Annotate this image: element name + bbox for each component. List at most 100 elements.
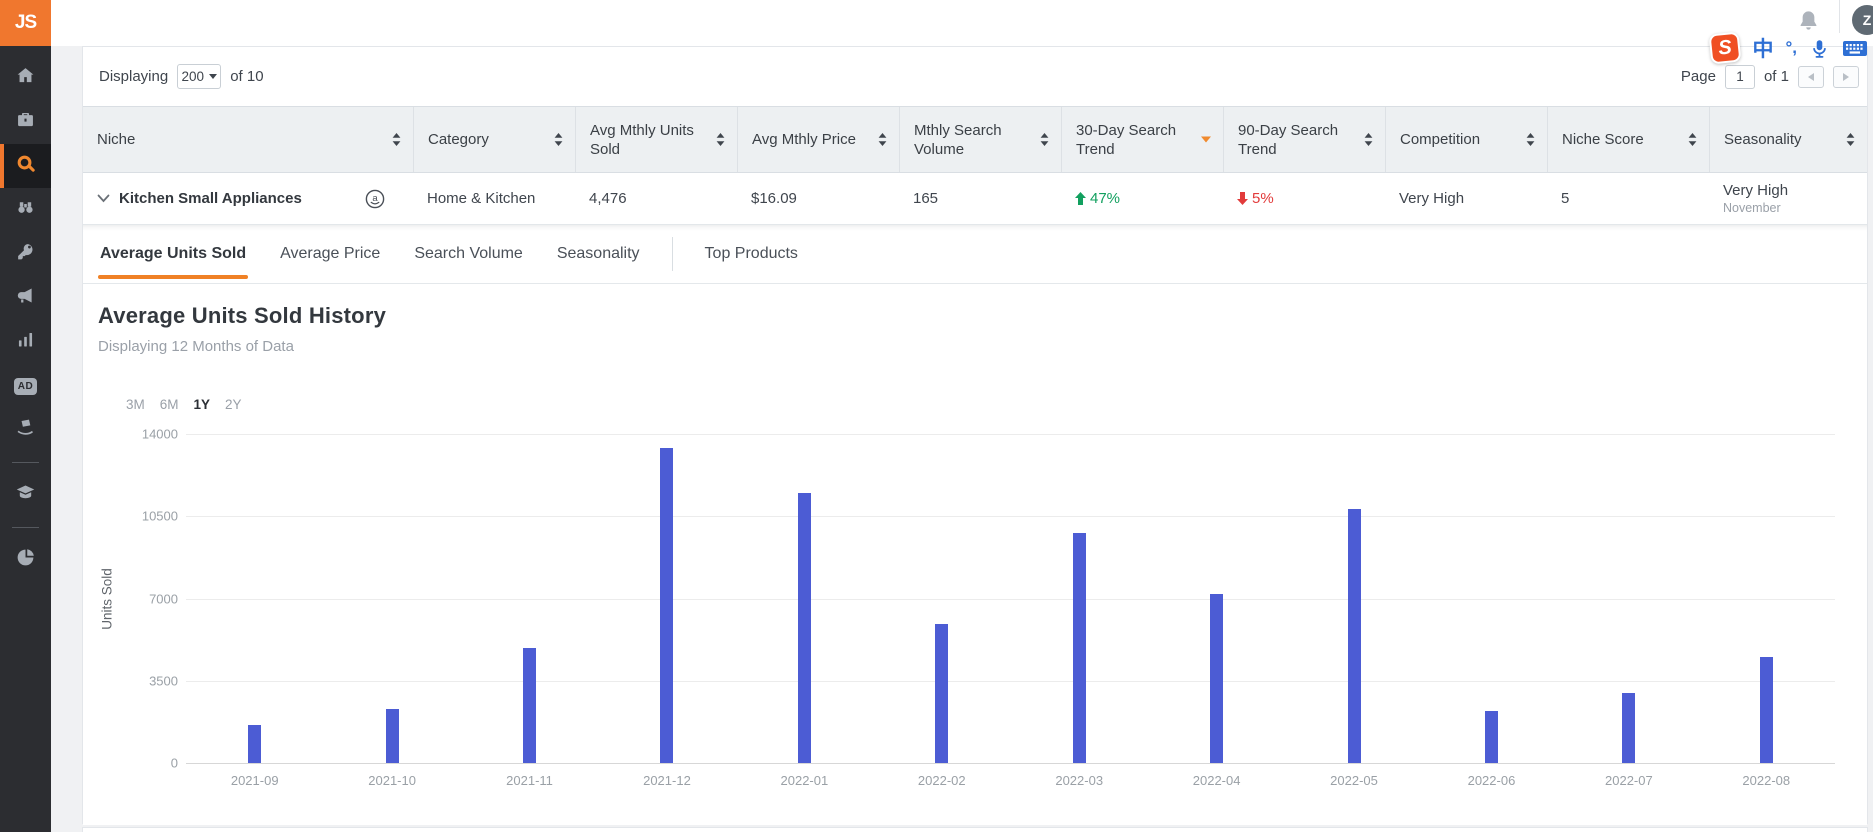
x-tick-label: 2022-04 (1193, 773, 1241, 788)
column-label: Competition (1400, 130, 1480, 149)
bar-2021-12[interactable] (660, 448, 673, 763)
column-header-avg-mthly-price[interactable]: Avg Mthly Price (737, 107, 899, 172)
table-row[interactable]: Kitchen Small Appliances a Home & Kitche… (83, 173, 1867, 225)
tab-seasonality[interactable]: Seasonality (555, 227, 642, 281)
column-label: 90-Day Search Trend (1238, 121, 1358, 159)
tab-search-volume[interactable]: Search Volume (412, 227, 525, 281)
table-controls: Displaying 200 of 10 Page of 1 (83, 47, 1867, 106)
chart-xaxis-labels: 2021-092021-102021-112021-122022-012022-… (186, 773, 1835, 789)
x-tick-label: 2022-06 (1468, 773, 1516, 788)
row-detail-panel: Average Units Sold Average Price Search … (83, 225, 1867, 825)
x-tick-label: 2021-11 (506, 773, 553, 788)
sidebar-item-keyword[interactable] (0, 232, 51, 276)
sidebar-item-reports[interactable] (0, 538, 51, 582)
keyboard-icon[interactable] (1842, 38, 1868, 59)
page-label: Page (1681, 68, 1716, 85)
sort-icon (878, 133, 887, 146)
amazon-marketplace-icon: a (365, 189, 385, 209)
column-header-avg-mthly-units-sold[interactable]: Avg Mthly Units Sold (575, 107, 737, 172)
key-icon (15, 241, 36, 267)
bar-2022-08[interactable] (1760, 657, 1773, 763)
app-logo[interactable]: JS (0, 0, 51, 46)
tab-average-price[interactable]: Average Price (278, 227, 382, 281)
x-tick-label: 2021-12 (643, 773, 691, 788)
sort-icon (554, 133, 563, 146)
tab-top-products[interactable]: Top Products (703, 227, 800, 281)
sort-icon (392, 133, 401, 146)
column-label: Niche Score (1562, 130, 1644, 149)
range-6m-button[interactable]: 6M (160, 397, 179, 412)
bar-2022-02[interactable] (935, 624, 948, 763)
sidebar-divider (12, 527, 39, 528)
bar-2022-03[interactable] (1073, 533, 1086, 763)
sidebar-item-academy[interactable] (0, 473, 51, 517)
column-header-category[interactable]: Category (413, 107, 575, 172)
binoculars-icon (15, 197, 36, 223)
bar-2022-01[interactable] (798, 493, 811, 763)
y-tick-label: 14000 (142, 427, 178, 442)
column-label: Avg Mthly Price (752, 130, 856, 149)
chart-plot (186, 434, 1835, 763)
bar-2022-06[interactable] (1485, 711, 1498, 763)
ime-punctuation-icon[interactable]: °, (1785, 38, 1797, 58)
svg-text:a: a (372, 193, 378, 204)
column-header-90-day-search-trend[interactable]: 90-Day Search Trend (1223, 107, 1385, 172)
sort-icon (1526, 133, 1535, 146)
sidebar-item-supplier[interactable] (0, 408, 51, 452)
cell-niche-score: 5 (1547, 173, 1709, 224)
tab-average-units-sold[interactable]: Average Units Sold (98, 227, 248, 281)
bar-2021-11[interactable] (523, 648, 536, 763)
trend-up-arrow-icon (1075, 192, 1086, 205)
topbar-divider (1839, 0, 1840, 33)
next-page-button[interactable] (1833, 66, 1859, 88)
column-header-competition[interactable]: Competition (1385, 107, 1547, 172)
niche-name: Kitchen Small Appliances (119, 190, 302, 207)
package-icon (15, 417, 36, 443)
x-tick-label: 2022-02 (918, 773, 966, 788)
sort-icon (716, 133, 725, 146)
microphone-icon[interactable] (1809, 37, 1830, 60)
page-of-total: of 1 (1764, 68, 1789, 85)
range-3m-button[interactable]: 3M (126, 397, 145, 412)
sidebar-item-home[interactable] (0, 56, 51, 100)
column-header-seasonality[interactable]: Seasonality (1709, 107, 1867, 172)
notifications-bell-icon[interactable] (1795, 8, 1822, 35)
bar-2022-07[interactable] (1622, 693, 1635, 764)
chart-range-buttons: 3M 6M 1Y 2Y (126, 397, 242, 412)
bar-2022-04[interactable] (1210, 594, 1223, 763)
pie-globe-icon (15, 547, 36, 573)
sidebar-item-product-database[interactable] (0, 188, 51, 232)
column-header-30-day-search-trend[interactable]: 30-Day Search Trend (1061, 107, 1223, 172)
sidebar-item-toolbox[interactable] (0, 100, 51, 144)
range-1y-button[interactable]: 1Y (194, 397, 211, 412)
bar-2021-10[interactable] (386, 709, 399, 763)
bar-2022-05[interactable] (1348, 509, 1361, 763)
previous-page-button[interactable] (1798, 66, 1824, 88)
sidebar-item-opportunity-finder[interactable] (0, 144, 51, 188)
cell-30-day-trend: 47% (1061, 173, 1223, 224)
sidebar-item-analytics[interactable] (0, 320, 51, 364)
sidebar-divider (12, 462, 39, 463)
column-header-niche[interactable]: Niche (83, 107, 413, 172)
sogou-logo-icon[interactable]: S (1709, 32, 1742, 65)
sidebar-item-marketing[interactable] (0, 276, 51, 320)
ime-language-icon[interactable]: 中 (1752, 33, 1773, 63)
x-tick-label: 2021-10 (368, 773, 416, 788)
sort-icon (1040, 133, 1049, 146)
x-tick-label: 2022-05 (1330, 773, 1378, 788)
sidebar-item-advertising[interactable]: AD (0, 364, 51, 408)
cell-90-day-trend: 5% (1223, 173, 1385, 224)
column-header-mthly-search-volume[interactable]: Mthly Search Volume (899, 107, 1061, 172)
displaying-label: Displaying (99, 68, 168, 85)
bar-2021-09[interactable] (248, 725, 261, 763)
column-label: Category (428, 130, 489, 149)
cell-mthly-search-volume: 165 (899, 173, 1061, 224)
page-number-input[interactable] (1725, 65, 1755, 89)
page-size-value: 200 (181, 69, 204, 84)
range-2y-button[interactable]: 2Y (225, 397, 242, 412)
row-expand-chevron-icon[interactable] (97, 190, 110, 207)
column-header-niche-score[interactable]: Niche Score (1547, 107, 1709, 172)
page-size-select[interactable]: 200 (177, 64, 221, 89)
x-tick-label: 2022-03 (1055, 773, 1103, 788)
chevron-down-icon (209, 74, 217, 79)
